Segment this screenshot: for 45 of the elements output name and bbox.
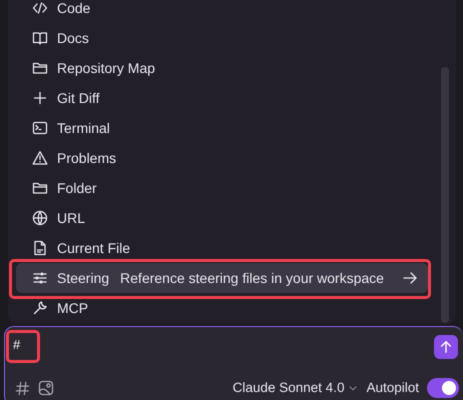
folder-icon: [32, 60, 48, 76]
send-button[interactable]: [434, 335, 458, 359]
file-icon: [32, 240, 48, 256]
model-dropdown[interactable]: Claude Sonnet 4.0: [232, 378, 358, 398]
item-label: Docs: [57, 28, 89, 48]
arrow-up-icon: [439, 340, 453, 354]
autopilot-toggle[interactable]: [427, 378, 459, 398]
menu-item[interactable]: Git Diff: [16, 83, 428, 113]
menu-item[interactable]: Current File: [16, 233, 428, 263]
menu-item[interactable]: Docs: [16, 23, 428, 53]
image-icon[interactable]: [38, 380, 54, 396]
code-icon: [32, 0, 48, 16]
autopilot-label: Autopilot: [366, 378, 419, 397]
item-label: Folder: [57, 178, 97, 198]
folder-icon: [32, 180, 48, 196]
item-label: MCP: [57, 298, 88, 318]
menu-item[interactable]: Steering Reference steering files in your workspace: [16, 263, 428, 293]
item-label: Git Diff: [57, 88, 100, 108]
hash-icon[interactable]: [15, 380, 30, 396]
scrollbar[interactable]: [441, 67, 449, 323]
menu-item[interactable]: URL: [16, 203, 428, 233]
item-label: Steering: [57, 268, 110, 288]
wrench-icon: [32, 300, 48, 316]
menu-item[interactable]: Folder: [16, 173, 428, 203]
input-text[interactable]: #: [13, 335, 43, 354]
item-label: Current File: [57, 238, 130, 258]
item-label: URL: [57, 208, 86, 228]
item-label: Terminal: [57, 118, 110, 138]
item-label: Repository Map: [57, 58, 156, 78]
item-label: Problems: [57, 148, 116, 168]
chat-input[interactable]: # Claude Sonnet 4.0 Autopilot: [4, 326, 463, 400]
item-label: Code: [57, 0, 90, 18]
book-icon: [32, 30, 48, 46]
item-description: Reference steering files in your workspace: [120, 268, 384, 288]
sliders-icon: [32, 270, 48, 286]
menu-item[interactable]: MCP: [16, 293, 428, 323]
arrow-right-icon: [402, 270, 418, 286]
menu-item[interactable]: Repository Map: [16, 53, 428, 83]
menu-item[interactable]: Terminal: [16, 113, 428, 143]
warning-icon: [32, 150, 48, 166]
globe-icon: [32, 210, 48, 226]
menu-item[interactable]: Problems: [16, 143, 428, 173]
terminal-icon: [32, 120, 48, 136]
menu-item[interactable]: Code: [16, 0, 428, 23]
plus-icon: [32, 90, 48, 106]
